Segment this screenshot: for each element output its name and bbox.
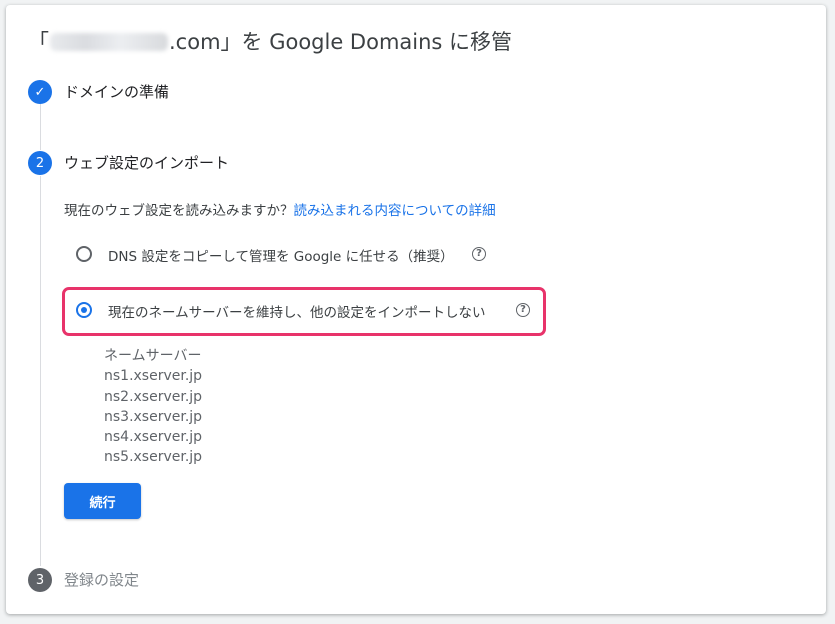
nameserver-item: ns1.xserver.jp [104,368,203,385]
nameserver-item: ns2.xserver.jp [104,388,203,405]
help-icon[interactable]: ? [516,303,530,317]
step-connector [40,104,41,150]
title-open-bracket: 「 [28,30,49,54]
step-3-number: 3 [28,568,52,592]
title-domain-suffix: .com [169,30,221,54]
title-rest: 」を Google Domains に移管 [220,30,513,54]
import-question: 現在のウェブ設定を読み込みますか？読み込まれる内容についての詳細 [64,199,496,219]
option-copy-dns-radio[interactable] [76,246,92,262]
step-2-number: 2 [28,151,52,175]
blurred-domain-name [50,33,168,51]
check-icon: ✓ [28,80,52,104]
continue-button[interactable]: 続行 [64,483,141,519]
question-text: 現在のウェブ設定を読み込みますか？ [64,203,294,219]
step-3-label: 登録の設定 [64,571,140,589]
nameserver-item: ns4.xserver.jp [104,429,203,446]
help-icon[interactable]: ? [472,247,486,261]
details-link[interactable]: 読み込まれる内容についての詳細 [294,203,496,219]
step-connector [40,176,41,566]
option-copy-dns-label[interactable]: DNS 設定をコピーして管理を Google に任せる（推奨） [108,245,454,265]
step-2-label: ウェブ設定のインポート [64,154,230,172]
nameserver-item: ns3.xserver.jp [104,408,203,425]
nameserver-list: ネームサーバー ns1.xserver.jp ns2.xserver.jp ns… [104,346,202,468]
nameserver-heading: ネームサーバー [104,348,202,364]
page-title: 「 .com」を Google Domains に移管 [28,26,512,56]
option-keep-nameservers-label[interactable]: 現在のネームサーバーを維持し、他の設定をインポートしない [108,301,485,321]
option-keep-nameservers-radio[interactable] [76,302,92,318]
nameserver-item: ns5.xserver.jp [104,449,203,466]
step-1-label[interactable]: ドメインの準備 [64,81,169,102]
